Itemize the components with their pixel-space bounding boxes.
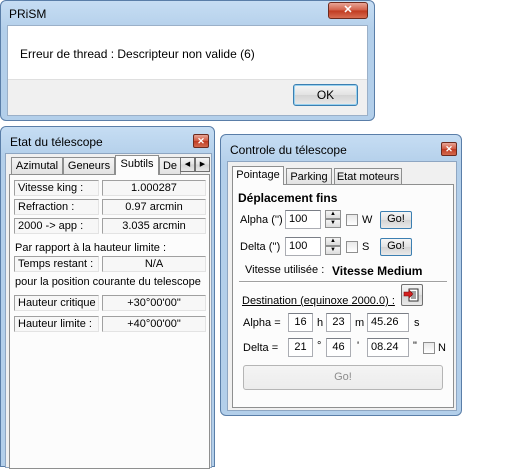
alpha-w-label: W <box>362 214 373 226</box>
alpha-step-input[interactable]: 100 <box>285 210 321 229</box>
alpha-w-checkbox[interactable] <box>346 214 358 226</box>
subtils-panel: Vitesse king : 1.000287 Refraction : 0.9… <box>9 174 210 469</box>
arrow-left-icon: ◀ <box>184 161 191 168</box>
etat-titlebar[interactable]: Etat du télescope ✕ <box>1 127 214 153</box>
tab-geneurs[interactable]: Geneurs <box>63 157 115 174</box>
spin-up-icon[interactable]: ▲ <box>325 237 341 246</box>
dest-delta-label: Delta = <box>243 342 279 354</box>
etat-client: Azimutal Geneurs Subtils De ◀ ▶ Vitesse … <box>5 153 212 469</box>
error-dialog: PRiSM ✕ Erreur de thread : Descripteur n… <box>0 0 375 121</box>
hauteur-critique-value: +30°00'00" <box>102 295 206 311</box>
delta-step-spinner[interactable]: ▲ ▼ <box>325 237 341 255</box>
tab-subtils[interactable]: Subtils <box>115 155 159 175</box>
controle-telescope-window: Controle du télescope ✕ Pointage Parking… <box>220 134 462 416</box>
delta-go-button[interactable]: Go! <box>380 238 412 256</box>
arcmin-unit-label: ' <box>357 340 360 352</box>
pointage-panel: Déplacement fins Alpha ('') 100 ▲ ▼ W Go… <box>232 184 454 408</box>
arrow-right-icon: ▶ <box>199 161 206 168</box>
delta-s-checkbox[interactable] <box>346 241 358 253</box>
etat-telescope-window: Etat du télescope ✕ Azimutal Geneurs Sub… <box>0 126 215 469</box>
tab-etat-moteurs[interactable]: Etat moteurs <box>334 168 402 184</box>
tab-parking[interactable]: Parking <box>286 168 332 184</box>
dest-delta-n-checkbox[interactable] <box>423 342 435 354</box>
hours-unit-label: h <box>317 317 324 329</box>
ok-button[interactable]: OK <box>293 84 358 106</box>
temps-restant-label: Temps restant : <box>14 256 99 272</box>
etat-window-title: Etat du télescope <box>10 135 103 149</box>
tab-scroll-right-button[interactable]: ▶ <box>195 157 210 172</box>
spin-down-icon[interactable]: ▼ <box>325 219 341 228</box>
tab-azimutal[interactable]: Azimutal <box>11 157 63 174</box>
dest-delta-n-label: N <box>438 342 446 354</box>
destination-catalog-button[interactable] <box>401 284 423 306</box>
error-dialog-body: Erreur de thread : Descripteur non valid… <box>7 25 368 116</box>
dest-delta-degrees-input[interactable]: 21 <box>288 338 313 357</box>
alpha-go-button[interactable]: Go! <box>380 211 412 229</box>
error-message: Erreur de thread : Descripteur non valid… <box>20 47 255 61</box>
dest-alpha-minutes-input[interactable]: 23 <box>326 313 351 332</box>
goto-destination-button[interactable]: Go! <box>243 365 443 390</box>
refraction-value: 0.97 arcmin <box>102 199 206 215</box>
vitesse-label: Vitesse utilisée : <box>245 264 325 276</box>
dest-delta-seconds-input[interactable]: 08.24 <box>367 338 409 357</box>
hauteur-limite-value: +40°00'00" <box>102 316 206 332</box>
tab-pointage[interactable]: Pointage <box>232 166 284 185</box>
par-rapport-text: Par rapport à la hauteur limite : <box>15 242 167 254</box>
app-value: 3.035 arcmin <box>102 218 206 234</box>
temps-restant-value: N/A <box>102 256 206 272</box>
controle-client: Pointage Parking Etat moteurs Déplacemen… <box>227 161 457 411</box>
catalog-arrow-icon <box>403 288 419 302</box>
spin-down-icon[interactable]: ▼ <box>325 246 341 255</box>
error-dialog-close-button[interactable]: ✕ <box>328 2 368 19</box>
seconds-unit-label: s <box>414 317 420 329</box>
arcsec-unit-label: " <box>413 340 417 352</box>
dest-delta-minutes-input[interactable]: 46 <box>326 338 351 357</box>
error-dialog-titlebar[interactable]: PRiSM ✕ <box>1 1 374 27</box>
tab-de[interactable]: De <box>159 157 181 174</box>
etat-close-button[interactable]: ✕ <box>193 134 209 148</box>
vitesse-value: Vitesse Medium <box>332 264 423 278</box>
controle-titlebar[interactable]: Controle du télescope ✕ <box>221 135 461 161</box>
position-courante-text: pour la position courante du telescope <box>15 276 201 288</box>
alpha-step-label: Alpha ('') <box>240 214 283 226</box>
alpha-step-spinner[interactable]: ▲ ▼ <box>325 210 341 228</box>
controle-window-title: Controle du télescope <box>230 143 347 157</box>
spin-up-icon[interactable]: ▲ <box>325 210 341 219</box>
refraction-label: Refraction : <box>14 199 99 215</box>
tab-scroll-left-button[interactable]: ◀ <box>180 157 195 172</box>
deplacement-title: Déplacement fins <box>238 191 338 205</box>
dest-alpha-seconds-input[interactable]: 45.26 <box>367 313 409 332</box>
panel-separator <box>239 281 447 283</box>
hauteur-critique-label: Hauteur critique : <box>14 295 99 311</box>
delta-s-label: S <box>362 241 370 253</box>
degrees-unit-label: ° <box>317 340 322 352</box>
delta-step-input[interactable]: 100 <box>285 237 321 256</box>
minutes-unit-label: m <box>355 317 365 329</box>
vitesse-king-label: Vitesse king : <box>14 180 99 196</box>
dest-alpha-hours-input[interactable]: 16 <box>288 313 313 332</box>
error-dialog-title: PRiSM <box>9 7 47 21</box>
vitesse-king-value: 1.000287 <box>102 180 206 196</box>
app-label: 2000 -> app : <box>14 218 99 234</box>
destination-label: Destination (equinoxe 2000.0) : <box>242 295 395 307</box>
dest-alpha-label: Alpha = <box>243 317 281 329</box>
controle-close-button[interactable]: ✕ <box>441 142 457 156</box>
delta-step-label: Delta ('') <box>240 241 281 253</box>
hauteur-limite-label: Hauteur limite : <box>14 316 99 332</box>
